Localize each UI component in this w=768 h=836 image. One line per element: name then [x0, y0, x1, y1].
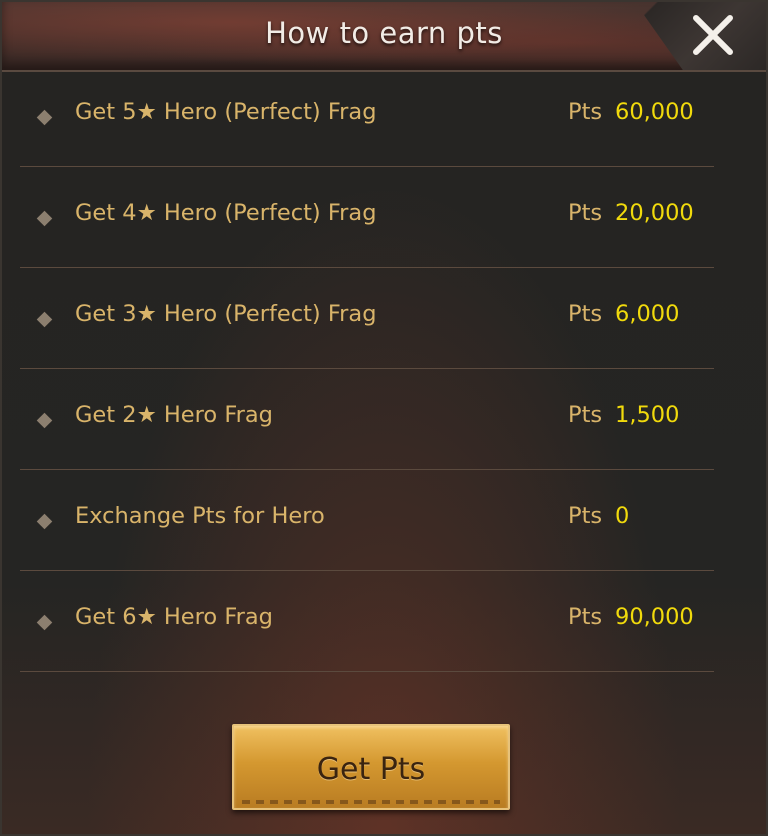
task-label: Get 5★ Hero (Perfect) Frag: [75, 99, 377, 125]
earn-pts-dialog: How to earn pts Get 5★ Hero (Perfect) Fr…: [0, 0, 768, 836]
list-item: Get 3★ Hero (Perfect) Frag Pts 6,000: [20, 268, 714, 369]
pts-label: Pts: [568, 200, 603, 226]
bullet-diamond-icon: [36, 412, 53, 429]
close-icon: [693, 15, 733, 55]
task-label: Get 3★ Hero (Perfect) Frag: [75, 301, 377, 327]
bullet-diamond-icon: [36, 614, 53, 631]
pts-value: 6,000: [615, 301, 680, 327]
pts-list: Get 5★ Hero (Perfect) Frag Pts 60,000 Ge…: [20, 66, 714, 672]
get-pts-button[interactable]: Get Pts: [232, 724, 510, 810]
task-label: Get 2★ Hero Frag: [75, 402, 273, 428]
pts-value: 60,000: [615, 99, 694, 125]
pts-label: Pts: [568, 301, 603, 327]
pts-value: 20,000: [615, 200, 694, 226]
pts-label: Pts: [568, 99, 603, 125]
list-item: Get 5★ Hero (Perfect) Frag Pts 60,000: [20, 66, 714, 167]
bullet-diamond-icon: [36, 513, 53, 530]
pts-value: 0: [615, 503, 630, 529]
task-label: Exchange Pts for Hero: [75, 503, 325, 529]
dialog-header: How to earn pts: [2, 2, 766, 72]
bullet-diamond-icon: [36, 210, 53, 227]
bullet-diamond-icon: [36, 109, 53, 126]
pts-value: 1,500: [615, 402, 680, 428]
list-item: Get 2★ Hero Frag Pts 1,500: [20, 369, 714, 470]
task-label: Get 4★ Hero (Perfect) Frag: [75, 200, 377, 226]
pts-label: Pts: [568, 402, 603, 428]
list-item: Exchange Pts for Hero Pts 0: [20, 470, 714, 571]
pts-label: Pts: [568, 503, 603, 529]
close-button[interactable]: [690, 12, 736, 58]
list-item: Get 6★ Hero Frag Pts 90,000: [20, 571, 714, 672]
bullet-diamond-icon: [36, 311, 53, 328]
pts-label: Pts: [568, 604, 603, 630]
get-pts-button-label: Get Pts: [316, 752, 426, 787]
list-item: Get 4★ Hero (Perfect) Frag Pts 20,000: [20, 167, 714, 268]
pts-value: 90,000: [615, 604, 694, 630]
task-label: Get 6★ Hero Frag: [75, 604, 273, 630]
